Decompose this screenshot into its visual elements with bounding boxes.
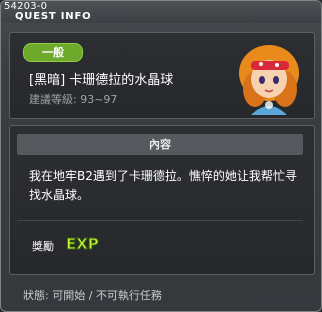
- reward-label: 獎勵: [32, 240, 54, 253]
- quest-info-window: 54203-0 QUEST INFO 一般 [黑暗] 卡珊德拉的水晶球 建議等級…: [0, 0, 322, 312]
- quest-description: 我在地牢B2遇到了卡珊德拉。憔悴的她让我帮忙寻找水晶球。: [29, 169, 297, 202]
- npc-portrait: [239, 45, 299, 115]
- quest-name: [黑暗] 卡珊德拉的水晶球: [29, 73, 174, 88]
- quest-status: 狀態: 可開始 / 不可執行任務: [23, 289, 162, 302]
- content-header: 內容: [17, 134, 303, 155]
- exp-icon: EXP: [66, 235, 100, 254]
- recommended-level: 建議等級: 93~97: [29, 93, 118, 106]
- window-title: QUEST INFO: [15, 11, 92, 22]
- divider: [17, 220, 303, 221]
- quest-category-badge: 一般: [23, 43, 83, 62]
- svg-text:EXP: EXP: [66, 235, 99, 253]
